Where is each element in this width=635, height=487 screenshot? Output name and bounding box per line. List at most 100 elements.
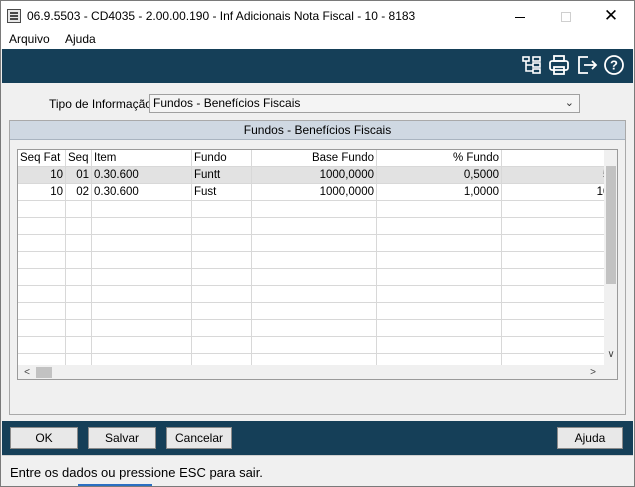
empty-cell[interactable]: [502, 303, 604, 320]
menu-arquivo[interactable]: Arquivo: [9, 31, 50, 47]
tree-icon[interactable]: [521, 54, 543, 76]
table-row[interactable]: 10 01 0.30.600 Funtt 1000,0000 0,5000 5,…: [18, 167, 604, 184]
empty-cell[interactable]: [192, 303, 252, 320]
empty-cell[interactable]: [252, 320, 377, 337]
empty-cell[interactable]: [66, 201, 92, 218]
empty-cell[interactable]: [377, 354, 502, 365]
empty-cell[interactable]: [92, 201, 192, 218]
header-perc-fundo[interactable]: % Fundo: [377, 150, 502, 167]
help-button[interactable]: Ajuda: [557, 427, 623, 449]
empty-cell[interactable]: [66, 218, 92, 235]
empty-table-row[interactable]: [18, 252, 604, 269]
empty-cell[interactable]: [502, 354, 604, 365]
cell-seq-fat[interactable]: 10: [18, 184, 66, 201]
empty-cell[interactable]: [377, 252, 502, 269]
empty-cell[interactable]: [92, 269, 192, 286]
empty-cell[interactable]: [252, 354, 377, 365]
empty-cell[interactable]: [92, 320, 192, 337]
empty-cell[interactable]: [502, 320, 604, 337]
empty-cell[interactable]: [66, 303, 92, 320]
vertical-scrollbar[interactable]: ∨: [604, 150, 617, 365]
header-item[interactable]: Item: [92, 150, 192, 167]
cell-seq-fat[interactable]: 10: [18, 167, 66, 184]
empty-cell[interactable]: [18, 320, 66, 337]
empty-cell[interactable]: [252, 235, 377, 252]
empty-cell[interactable]: [502, 218, 604, 235]
empty-cell[interactable]: [92, 218, 192, 235]
empty-cell[interactable]: [192, 337, 252, 354]
empty-cell[interactable]: [192, 218, 252, 235]
empty-cell[interactable]: [252, 218, 377, 235]
empty-cell[interactable]: [377, 337, 502, 354]
empty-cell[interactable]: [66, 269, 92, 286]
cell-base-fundo[interactable]: 1000,0000: [252, 184, 377, 201]
cell-perc-fundo[interactable]: 1,0000: [377, 184, 502, 201]
empty-table-row[interactable]: [18, 269, 604, 286]
cell-perc-fundo[interactable]: 0,5000: [377, 167, 502, 184]
help-icon[interactable]: ?: [603, 54, 625, 76]
empty-cell[interactable]: [502, 201, 604, 218]
horizontal-scroll-thumb[interactable]: [36, 367, 52, 378]
empty-table-row[interactable]: [18, 286, 604, 303]
empty-cell[interactable]: [377, 218, 502, 235]
empty-cell[interactable]: [92, 303, 192, 320]
empty-table-row[interactable]: [18, 320, 604, 337]
empty-cell[interactable]: [192, 252, 252, 269]
minimize-button[interactable]: [497, 1, 543, 31]
maximize-button[interactable]: [543, 1, 589, 31]
empty-cell[interactable]: [502, 235, 604, 252]
empty-cell[interactable]: [192, 354, 252, 365]
empty-cell[interactable]: [252, 269, 377, 286]
empty-cell[interactable]: [192, 320, 252, 337]
cancel-button[interactable]: Cancelar: [166, 427, 232, 449]
cell-seq[interactable]: 02: [66, 184, 92, 201]
empty-cell[interactable]: [192, 201, 252, 218]
empty-cell[interactable]: [252, 252, 377, 269]
empty-cell[interactable]: [18, 286, 66, 303]
scroll-right-icon[interactable]: >: [586, 365, 600, 379]
empty-cell[interactable]: [66, 235, 92, 252]
empty-cell[interactable]: [377, 269, 502, 286]
empty-cell[interactable]: [377, 201, 502, 218]
empty-table-row[interactable]: [18, 218, 604, 235]
cell-fundo[interactable]: Fust: [192, 184, 252, 201]
empty-cell[interactable]: [92, 337, 192, 354]
empty-cell[interactable]: [66, 252, 92, 269]
table-row[interactable]: 10 02 0.30.600 Fust 1000,0000 1,0000 10,…: [18, 184, 604, 201]
empty-cell[interactable]: [18, 354, 66, 365]
scroll-left-icon[interactable]: <: [20, 365, 34, 379]
cell-valor[interactable]: 10,0: [502, 184, 604, 201]
empty-cell[interactable]: [502, 286, 604, 303]
save-button[interactable]: Salvar: [88, 427, 156, 449]
header-seq[interactable]: Seq: [66, 150, 92, 167]
empty-cell[interactable]: [18, 218, 66, 235]
cell-valor[interactable]: 5,0: [502, 167, 604, 184]
cell-item[interactable]: 0.30.600: [92, 184, 192, 201]
empty-cell[interactable]: [18, 303, 66, 320]
empty-cell[interactable]: [252, 337, 377, 354]
vertical-scroll-thumb[interactable]: [606, 166, 616, 284]
cell-base-fundo[interactable]: 1000,0000: [252, 167, 377, 184]
empty-cell[interactable]: [18, 201, 66, 218]
empty-cell[interactable]: [92, 235, 192, 252]
ok-button[interactable]: OK: [10, 427, 78, 449]
header-valor[interactable]: V: [502, 150, 604, 167]
empty-cell[interactable]: [192, 235, 252, 252]
scroll-down-icon[interactable]: ∨: [604, 347, 617, 363]
cell-item[interactable]: 0.30.600: [92, 167, 192, 184]
empty-cell[interactable]: [92, 252, 192, 269]
printer-icon[interactable]: [548, 54, 570, 76]
empty-cell[interactable]: [377, 320, 502, 337]
cell-fundo[interactable]: Funtt: [192, 167, 252, 184]
empty-cell[interactable]: [18, 337, 66, 354]
empty-cell[interactable]: [252, 201, 377, 218]
close-button[interactable]: ✕: [588, 1, 634, 31]
empty-table-row[interactable]: [18, 201, 604, 218]
empty-cell[interactable]: [252, 286, 377, 303]
header-fundo[interactable]: Fundo: [192, 150, 252, 167]
empty-cell[interactable]: [502, 252, 604, 269]
cell-seq[interactable]: 01: [66, 167, 92, 184]
empty-table-row[interactable]: [18, 337, 604, 354]
empty-cell[interactable]: [252, 303, 377, 320]
empty-cell[interactable]: [502, 337, 604, 354]
